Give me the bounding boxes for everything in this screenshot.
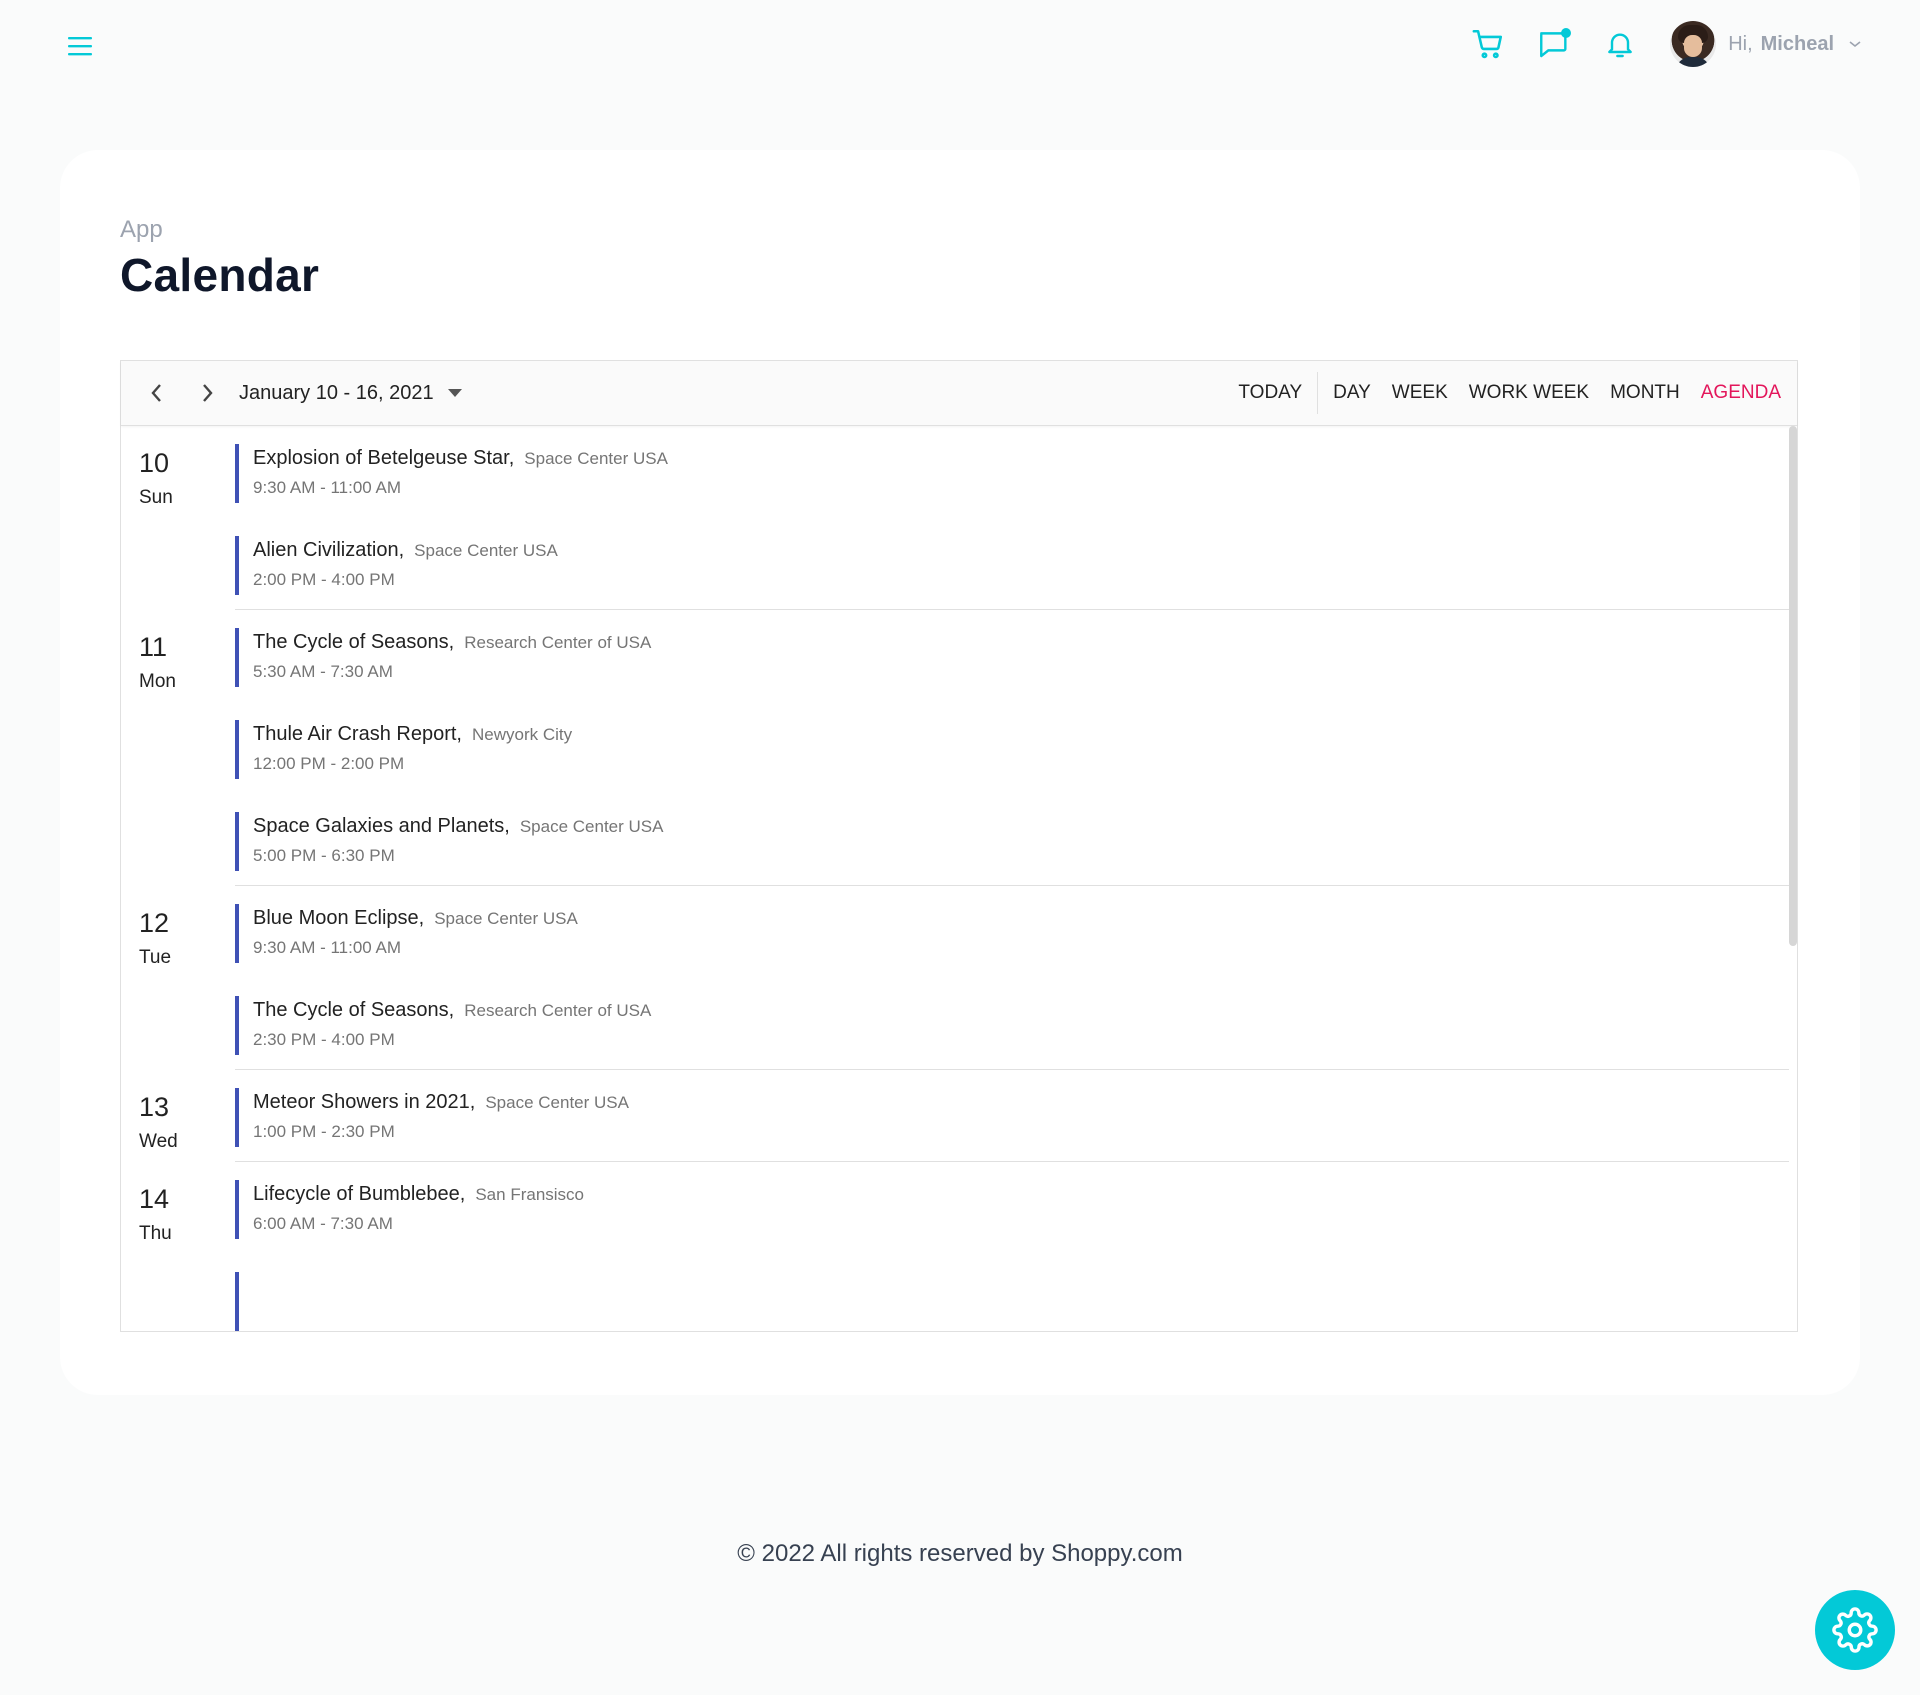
event-time: 5:00 PM - 6:30 PM [253,846,395,865]
breadcrumb: App [120,216,163,243]
event-location: San Fransisco [475,1185,585,1204]
day-name: Wed [139,1131,178,1152]
day-number: 14 [139,1184,170,1214]
next-button[interactable] [185,371,229,415]
event-title: The Cycle of Seasons, [253,631,455,653]
event-time: 2:30 PM - 4:00 PM [253,1030,395,1049]
event-location: Research Center of USA [464,633,652,652]
caret-down-icon [447,389,462,397]
event-time: 2:00 PM - 4:00 PM [253,570,395,589]
event-title: Blue Moon Eclipse, [253,907,425,929]
event-title: Lifecycle of Bumblebee, [253,1183,466,1205]
agenda-view-button[interactable]: AGENDA [1701,382,1781,404]
chevron-down-icon [1848,39,1862,49]
event-time: 5:30 AM - 7:30 AM [253,662,393,681]
day-label: 12 Tue [139,908,199,969]
scrollbar[interactable] [1789,426,1797,946]
cart-button[interactable] [1468,24,1508,64]
day-number: 13 [139,1092,170,1122]
event-title: The Cycle of Seasons, [253,999,455,1021]
agenda-event[interactable]: Alien Civilization, Space Center USA 2:00… [235,536,1789,595]
event-location: Space Center USA [524,449,668,468]
day-label: 14 Thu [139,1184,199,1245]
agenda-event[interactable]: Meteor Showers in 2021, Space Center USA … [235,1088,1789,1147]
agenda-event[interactable]: Blue Moon Eclipse, Space Center USA 9:30 … [235,904,1789,963]
menu-icon [68,37,92,56]
day-label: 10 Sun [139,448,199,509]
greeting-text: Hi, [1728,32,1753,55]
agenda-event[interactable]: The Cycle of Seasons, Research Center of … [235,628,1789,687]
toolbar-divider [1317,372,1319,414]
event-time: 6:00 AM - 7:30 AM [253,1214,393,1233]
event-time: 12:00 PM - 2:00 PM [253,754,405,773]
day-name: Thu [139,1223,172,1244]
event-location: Space Center USA [434,909,578,928]
day-name: Tue [139,947,172,968]
chat-button[interactable] [1534,24,1574,64]
event-location: Research Center of USA [464,1001,652,1020]
event-location: Space Center USA [414,541,558,560]
day-name: Sun [139,487,173,508]
agenda-day: 12 Tue Blue Moon Eclipse, Space Center US… [139,886,1789,1070]
agenda-event[interactable]: Space Galaxies and Planets, Space Center … [235,812,1789,871]
agenda-event[interactable]: Thule Air Crash Report, Newyork City 12:0… [235,720,1789,779]
settings-icon [1832,1607,1878,1653]
day-name: Mon [139,671,176,692]
agenda-day: 11 Mon The Cycle of Seasons, Research Cen… [139,610,1789,886]
work-week-view-button[interactable]: WORK WEEK [1469,382,1589,404]
event-time: 9:30 AM - 11:00 AM [253,478,402,497]
user-name: Micheal [1760,32,1834,55]
event-location: Newyork City [471,725,573,744]
chevron-left-icon [151,384,161,402]
event-location: Space Center USA [485,1093,629,1112]
day-number: 10 [139,448,170,478]
event-location: Space Center USA [519,817,664,836]
event-title: Thule Air Crash Report, [253,723,462,745]
event-title: Meteor Showers in 2021, [253,1091,476,1113]
calendar-scheduler: January 10 - 16, 2021 TODAY DAY WEEK WOR… [120,360,1798,1332]
agenda-list[interactable]: 10 Sun Explosion of Betelgeuse Star, Spac… [121,426,1797,1331]
top-navbar: Hi, Micheal [0,0,1920,90]
event-time: 9:30 AM - 11:00 AM [253,938,402,957]
today-button[interactable]: TODAY [1238,382,1302,404]
footer-copyright: © 2022 All rights reserved by Shoppy.com [737,1540,1183,1567]
day-label: 13 Wed [139,1092,199,1153]
day-number: 11 [139,632,168,662]
agenda-day: 10 Sun Explosion of Betelgeuse Star, Spac… [139,426,1789,610]
date-range-picker[interactable]: January 10 - 16, 2021 [239,382,462,405]
main-card: App Calendar January 10 - 16, 2021 TODAY… [60,150,1860,1395]
agenda-event[interactable] [235,1272,1789,1331]
chevron-right-icon [203,384,213,402]
avatar [1670,21,1717,67]
previous-button[interactable] [135,371,179,415]
month-view-button[interactable]: MONTH [1610,382,1680,404]
bell-icon [1608,33,1633,58]
day-number: 12 [139,908,170,938]
page-title: Calendar [120,249,320,301]
menu-button[interactable] [62,28,98,64]
settings-button[interactable] [1815,1590,1895,1670]
event-title: Explosion of Betelgeuse Star, [253,447,515,469]
event-title: Space Galaxies and Planets, [253,815,510,837]
day-view-button[interactable]: DAY [1333,382,1371,404]
agenda-event[interactable]: Explosion of Betelgeuse Star, Space Cente… [235,444,1789,503]
notification-button[interactable] [1600,24,1640,64]
agenda-day: 14 Thu Lifecycle of Bumblebee, San Fransi… [139,1162,1789,1331]
scheduler-toolbar: January 10 - 16, 2021 TODAY DAY WEEK WOR… [121,361,1797,426]
agenda-event[interactable]: Lifecycle of Bumblebee, San Fransisco 6:0… [235,1180,1789,1239]
agenda-event[interactable]: The Cycle of Seasons, Research Center of … [235,996,1789,1055]
week-view-button[interactable]: WEEK [1392,382,1448,404]
event-time: 1:00 PM - 2:30 PM [253,1122,395,1141]
day-label: 11 Mon [139,632,199,693]
agenda-day: 13 Wed Meteor Showers in 2021, Space Cent… [139,1070,1789,1162]
date-range-label: January 10 - 16, 2021 [239,381,434,404]
cart-icon [1472,29,1503,59]
event-title: Alien Civilization, [253,539,405,561]
user-profile-menu[interactable]: Hi, Micheal [1670,21,1862,67]
